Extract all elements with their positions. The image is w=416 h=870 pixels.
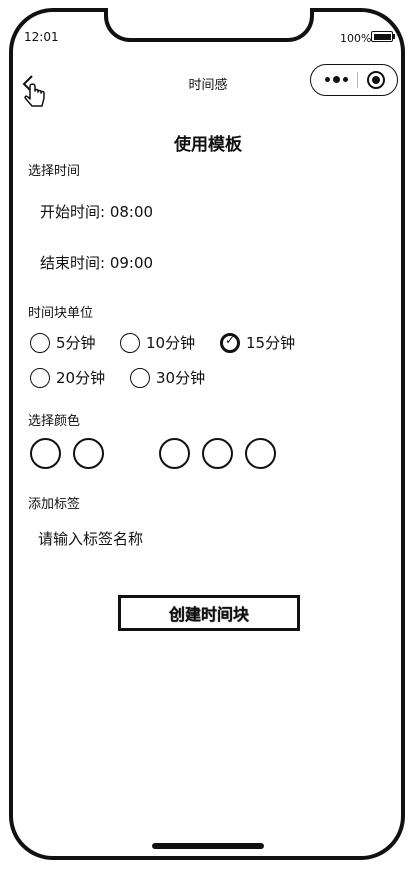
color-swatch-4[interactable] — [202, 438, 233, 469]
unit-option-20[interactable]: 20分钟 — [30, 367, 105, 388]
unit-option-label: 20分钟 — [56, 369, 106, 387]
color-swatch-5[interactable] — [245, 438, 276, 469]
color-swatch-3[interactable] — [159, 438, 190, 469]
unit-option-label: 10分钟 — [146, 334, 196, 352]
radio-icon — [30, 332, 50, 353]
capsule-divider — [357, 72, 358, 88]
end-time-field[interactable]: 结束时间: 09:00 — [40, 252, 153, 273]
battery-icon — [371, 31, 393, 42]
unit-option-label: 30分钟 — [156, 369, 206, 387]
target-icon[interactable] — [367, 71, 385, 89]
unit-option-5[interactable]: 5分钟 — [30, 332, 96, 353]
color-swatch-2[interactable] — [73, 438, 104, 469]
time-section-label: 选择时间 — [28, 164, 81, 179]
radio-icon — [30, 367, 50, 388]
battery-percent: 100% — [340, 32, 372, 45]
phone-notch — [104, 8, 314, 42]
unit-option-15[interactable]: 15分钟 — [220, 332, 295, 353]
home-indicator — [152, 843, 264, 849]
tag-name-input[interactable] — [38, 530, 338, 548]
color-section-label: 选择颜色 — [28, 414, 81, 429]
unit-section-label: 时间块单位 — [28, 306, 94, 321]
status-time: 12:01 — [24, 30, 59, 44]
create-time-block-button[interactable]: 创建时间块 — [118, 595, 300, 631]
page-heading: 使用模板 — [174, 135, 242, 155]
more-icon[interactable] — [325, 76, 348, 83]
mini-program-capsule — [310, 64, 398, 96]
radio-icon — [120, 332, 140, 353]
battery-tip — [393, 34, 395, 39]
radio-icon — [130, 367, 150, 388]
start-time-field[interactable]: 开始时间: 08:00 — [40, 201, 153, 222]
unit-option-30[interactable]: 30分钟 — [130, 367, 205, 388]
radio-checked-icon — [220, 332, 240, 353]
unit-option-10[interactable]: 10分钟 — [120, 332, 195, 353]
unit-option-label: 5分钟 — [56, 334, 96, 352]
tag-section-label: 添加标签 — [28, 497, 81, 512]
unit-option-label: 15分钟 — [246, 334, 296, 352]
color-swatch-1[interactable] — [30, 438, 61, 469]
